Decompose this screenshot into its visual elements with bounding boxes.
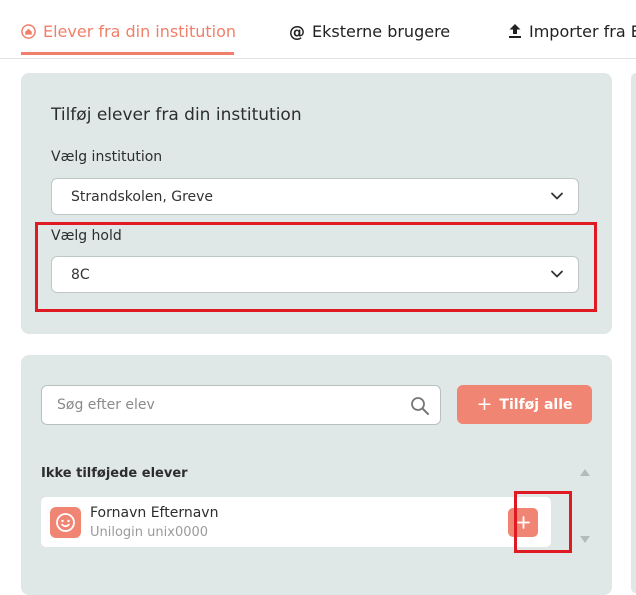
student-name: Fornavn Efternavn <box>90 505 219 521</box>
tab-import[interactable]: Importer fra E <box>508 18 636 44</box>
tab-bar: Elever fra din institution @ Eksterne br… <box>0 0 636 59</box>
chevron-down-icon <box>551 270 563 278</box>
student-login: Unilogin unix0000 <box>90 525 209 540</box>
panel-title: Tilføj elever fra din institution <box>51 105 302 125</box>
scroll-up-icon[interactable] <box>580 469 590 476</box>
class-value: 8C <box>71 266 90 283</box>
not-added-students-heading: Ikke tilføjede elever <box>41 466 188 481</box>
active-tab-indicator <box>21 52 234 55</box>
search-input[interactable] <box>55 396 399 414</box>
add-all-label: Tilføj alle <box>499 396 573 413</box>
students-panel: + Tilføj alle Ikke tilføjede elever Forn… <box>21 355 612 595</box>
upload-icon <box>508 23 522 39</box>
tab-label: Eksterne brugere <box>312 21 451 41</box>
plus-icon: + <box>476 393 493 415</box>
institution-label: Vælg institution <box>51 149 163 165</box>
search-icon[interactable] <box>410 396 430 416</box>
student-search[interactable] <box>41 385 441 425</box>
tab-label: Elever fra din institution <box>43 21 237 41</box>
chevron-down-icon <box>551 192 563 200</box>
student-avatar-icon <box>50 507 81 538</box>
tab-external-users[interactable]: @ Eksterne brugere <box>289 18 450 44</box>
institution-value: Strandskolen, Greve <box>71 188 214 205</box>
class-label: Vælg hold <box>51 228 122 244</box>
tab-label: Importer fra E <box>529 21 636 41</box>
tab-institution-students[interactable]: Elever fra din institution <box>21 18 236 44</box>
student-list-item: Fornavn Efternavn Unilogin unix0000 <box>41 497 551 547</box>
institution-select[interactable]: Strandskolen, Greve <box>51 178 579 215</box>
class-select[interactable]: 8C <box>51 256 579 293</box>
plus-icon <box>516 516 530 529</box>
house-icon <box>21 23 36 39</box>
at-icon: @ <box>289 21 305 41</box>
add-student-button[interactable] <box>508 508 538 537</box>
add-all-button[interactable]: + Tilføj alle <box>457 385 592 424</box>
scroll-down-icon[interactable] <box>580 536 590 543</box>
adjacent-panel-edge <box>631 73 636 593</box>
institution-panel: Tilføj elever fra din institution Vælg i… <box>21 73 612 334</box>
